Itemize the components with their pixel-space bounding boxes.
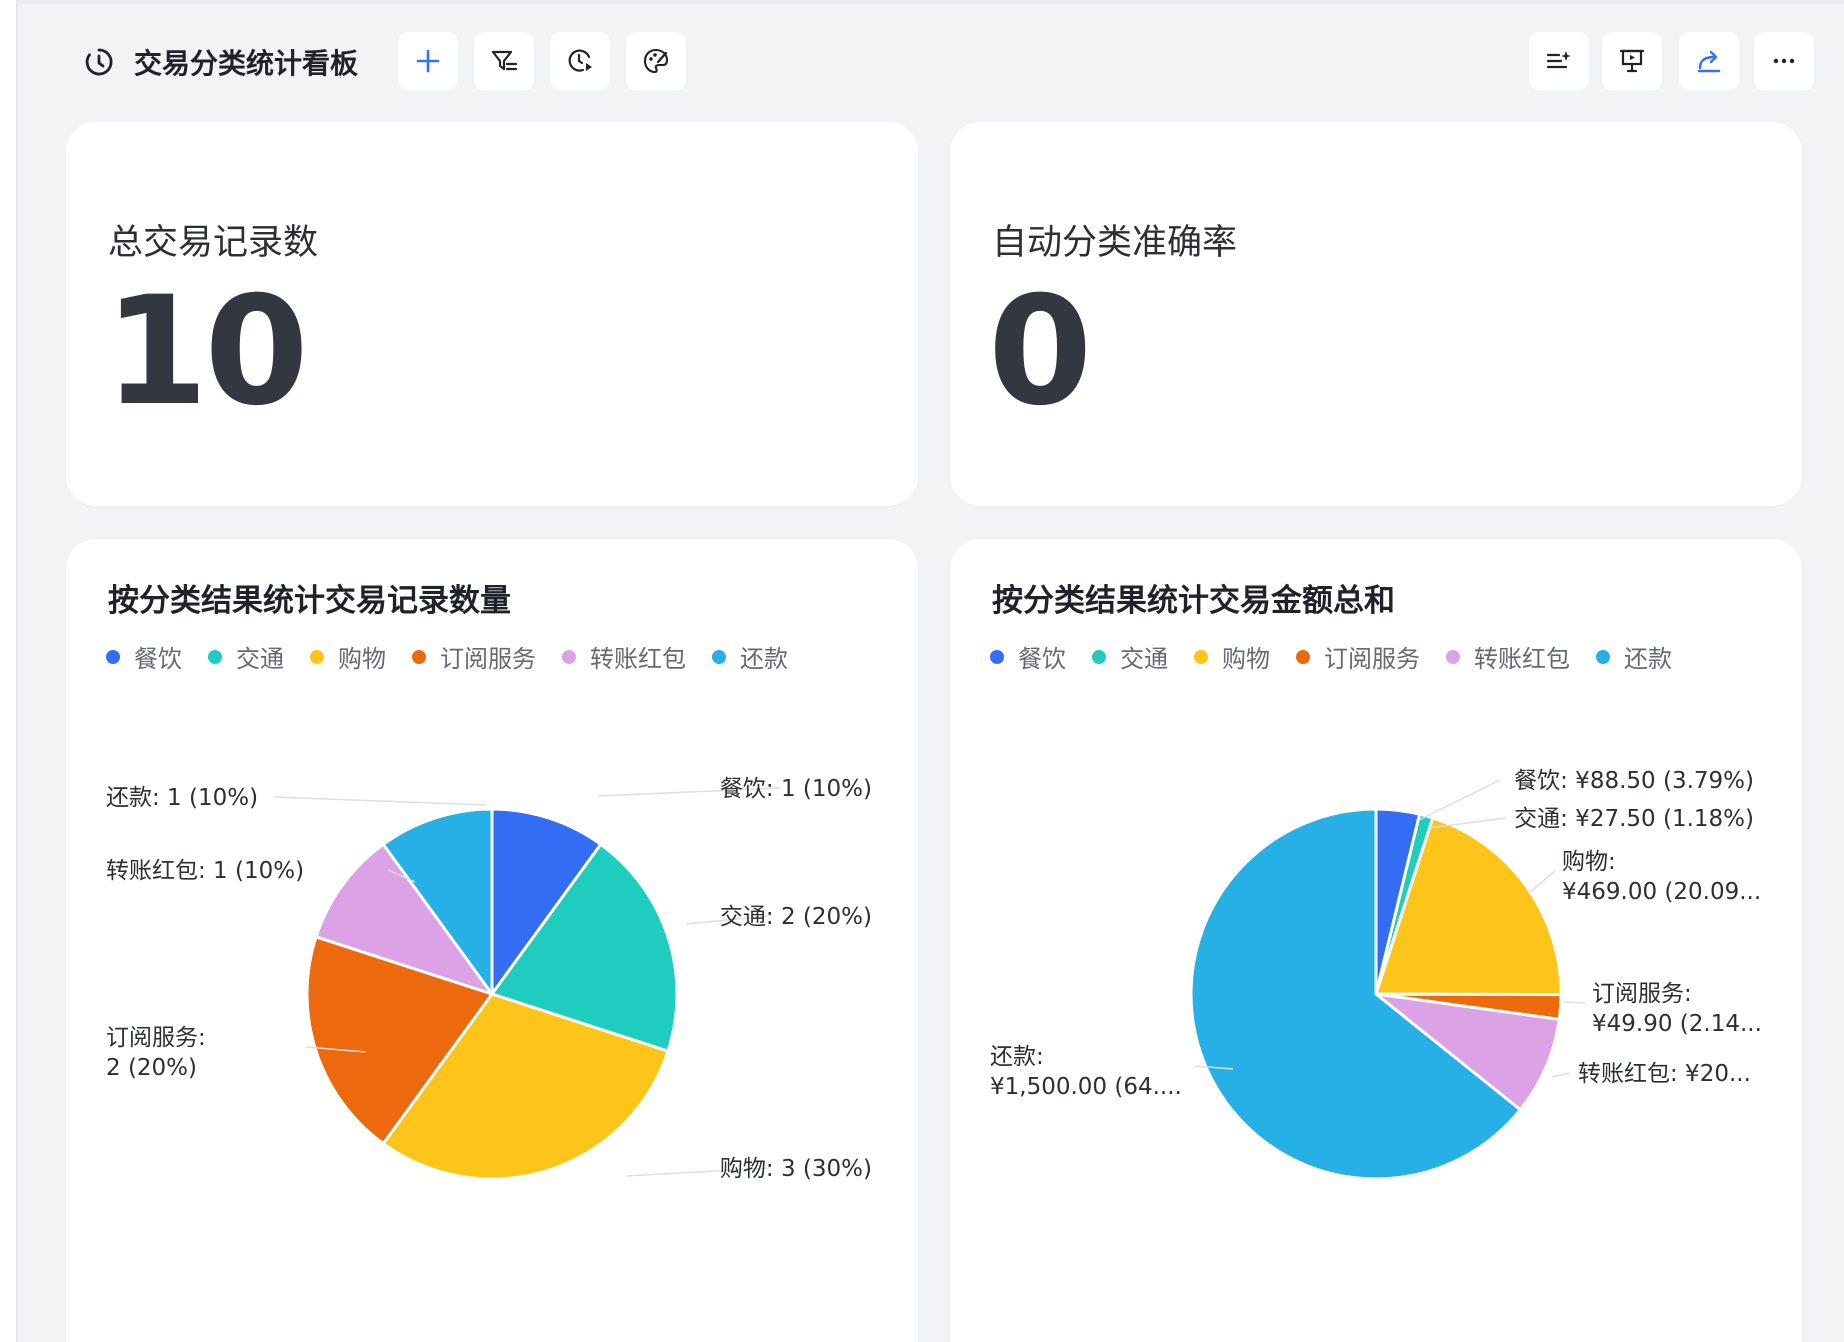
data-label: 转账红包: ¥20... [1578,1061,1751,1087]
palette-icon [643,48,669,74]
more-dots-icon [1773,58,1795,64]
history-clock-icon [568,49,592,72]
data-label: 订阅服务: 2 (20%) [106,1025,206,1081]
pie-chart-amount: 餐饮: ¥88.50 (3.79%) 交通: ¥27.50 (1.18%) 购物: ¥… [990,768,1762,1181]
data-label: 还款: ¥1,500.00 (64.... [990,1044,1182,1100]
leader-line [1527,870,1556,895]
data-label: 转账红包: 1 (10%) [106,858,304,884]
metric-value: 10 [104,265,309,439]
data-label: 订阅服务: ¥49.90 (2.14... [1592,981,1762,1037]
plus-icon [416,49,440,73]
data-label: 购物: ¥469.00 (20.09... [1562,849,1761,905]
add-component-button[interactable] [398,32,458,90]
filter-icon [491,50,518,71]
pie-chart-count: 餐饮: 1 (10%) 交通: 2 (20%) 购物: 3 (30%) 订阅服务: 2 … [106,776,872,1182]
data-label: 还款: 1 (10%) [106,785,258,811]
theme-button[interactable] [626,32,686,90]
data-label: 购物: 3 (30%) [720,1156,872,1182]
more-button[interactable] [1754,32,1814,90]
chart-card-amount[interactable]: 按分类结果统计交易金额总和 餐饮 交通 购物 订阅服务 转账红包 还款 餐饮: ¥88.5… [950,539,1802,1342]
ai-summary-button[interactable] [1529,32,1589,90]
metric-value: 0 [988,265,1092,439]
left-edge [0,0,18,1342]
dashboard-toolbar: 交易分类统计看板 [16,0,1844,120]
leader-line [1563,1001,1586,1004]
history-button[interactable] [550,32,610,90]
dashboard-title-group: 交易分类统计看板 [82,40,358,84]
leader-line [1551,1072,1571,1078]
leader-line [1418,779,1501,821]
data-label: 交通: ¥27.50 (1.18%) [1514,806,1754,832]
dashboard-clock-icon [82,45,116,79]
present-button[interactable] [1602,32,1662,90]
list-sparkle-icon [1546,51,1571,69]
filter-button[interactable] [474,32,534,90]
metric-label: 自动分类准确率 [992,223,1238,263]
data-label: 交通: 2 (20%) [720,904,872,930]
share-arrow-icon [1697,50,1721,73]
share-button[interactable] [1679,32,1739,90]
dashboard-title: 交易分类统计看板 [134,47,359,80]
presentation-icon [1619,49,1645,73]
leader-line [273,796,487,806]
metric-label: 总交易记录数 [108,223,319,263]
data-label: 餐饮: 1 (10%) [720,776,872,802]
metric-card-total-records[interactable]: 总交易记录数 10 [66,122,918,506]
chart-card-count[interactable]: 按分类结果统计交易记录数量 餐饮 交通 购物 订阅服务 转账红包 还款 餐饮: 1 (10… [66,539,918,1342]
metric-card-accuracy[interactable]: 自动分类准确率 0 [950,122,1802,506]
data-label: 餐饮: ¥88.50 (3.79%) [1514,768,1754,794]
